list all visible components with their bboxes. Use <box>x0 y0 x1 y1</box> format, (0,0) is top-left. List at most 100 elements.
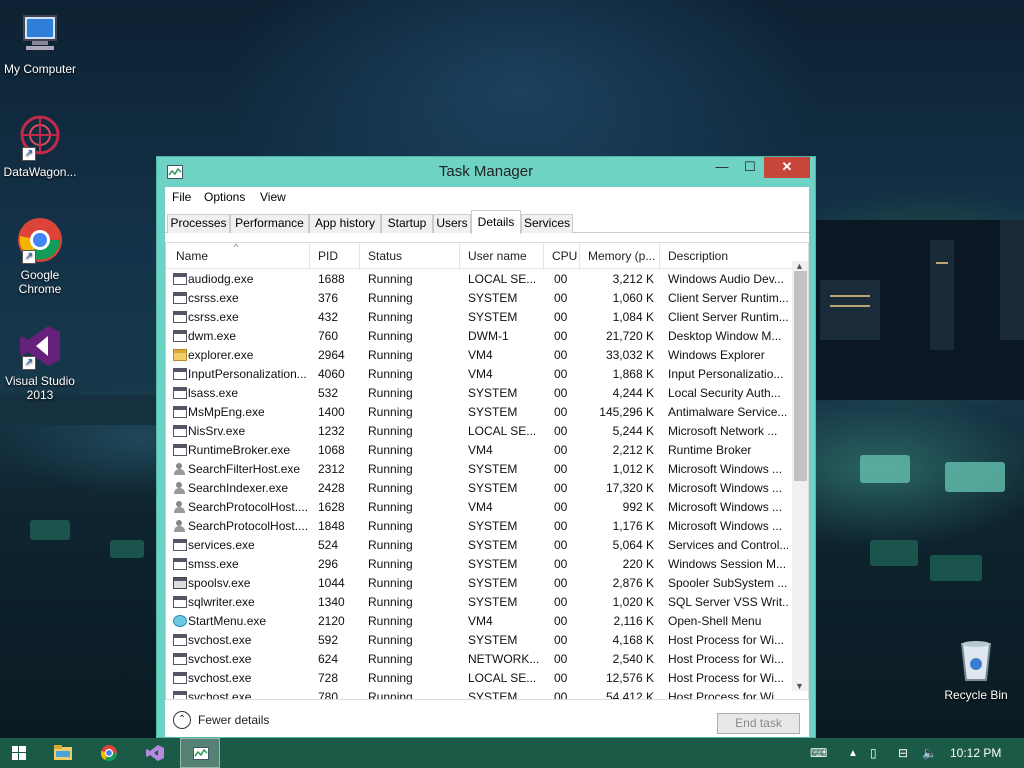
desktop-icon-label: Recycle Bin <box>944 688 1008 702</box>
process-icon <box>173 292 187 304</box>
end-task-button[interactable]: End task <box>717 713 800 734</box>
cell-user: LOCAL SE... <box>468 671 537 685</box>
table-row[interactable]: svchost.exe 624 Running NETWORK... 00 2,540 K… <box>166 650 792 669</box>
table-row[interactable]: sqlwriter.exe 1340 Running SYSTEM 00 1,020 K S… <box>166 593 792 612</box>
cell-user: SYSTEM <box>468 462 518 476</box>
keyboard-icon[interactable]: ⌨ <box>810 746 827 760</box>
column-header-description[interactable]: Description <box>660 243 792 269</box>
cell-memory: 5,064 K <box>612 538 654 552</box>
cell-name: smss.exe <box>188 557 239 571</box>
desktop-icon-my-computer[interactable]: My Computer <box>0 10 80 76</box>
table-row[interactable]: smss.exe 296 Running SYSTEM 00 220 K Windows S… <box>166 555 792 574</box>
table-row[interactable]: RuntimeBroker.exe 1068 Running VM4 00 2,212 K… <box>166 441 792 460</box>
column-header-user-name[interactable]: User name <box>460 243 544 269</box>
column-header-cpu[interactable]: CPU <box>544 243 580 269</box>
tab-users[interactable]: Users <box>433 214 471 233</box>
table-row[interactable]: SearchFilterHost.exe 2312 Running SYSTEM 00 1… <box>166 460 792 479</box>
cell-user: SYSTEM <box>468 310 518 324</box>
menu-file[interactable]: File <box>172 190 191 204</box>
tab-startup[interactable]: Startup <box>381 214 433 233</box>
desktop-icon-datawagon[interactable]: ↗ DataWagon... <box>0 113 80 179</box>
fewer-details-link[interactable]: Fewer details <box>198 713 269 727</box>
table-row[interactable]: svchost.exe 592 Running SYSTEM 00 4,168 K Host… <box>166 631 792 650</box>
taskbar-chrome[interactable] <box>88 738 128 768</box>
cell-status: Running <box>368 329 413 343</box>
process-icon <box>173 273 187 285</box>
clock[interactable]: 10:12 PM <box>950 746 1001 760</box>
show-hidden-icons-icon[interactable]: ▲ <box>848 748 858 759</box>
cell-status: Running <box>368 310 413 324</box>
cell-memory: 5,244 K <box>612 424 654 438</box>
cell-cpu: 00 <box>554 424 568 438</box>
column-header-pid[interactable]: PID <box>310 243 360 269</box>
cell-pid: 1688 <box>318 272 345 286</box>
tab-app-history[interactable]: App history <box>309 214 381 233</box>
scroll-down-icon[interactable]: ▼ <box>795 681 804 691</box>
cell-pid: 524 <box>318 538 339 552</box>
task-manager-window: Task Manager — ☐ ✕ File Options View Pro… <box>156 156 816 738</box>
cell-memory: 992 K <box>622 500 654 514</box>
computer-icon <box>16 10 64 58</box>
start-button[interactable] <box>0 738 40 768</box>
user-process-icon <box>173 501 187 513</box>
table-row[interactable]: services.exe 524 Running SYSTEM 00 5,064 K Ser… <box>166 536 792 555</box>
table-row[interactable]: SearchProtocolHost.... 1628 Running VM4 00 99… <box>166 498 792 517</box>
cell-cpu: 00 <box>554 405 568 419</box>
taskbar-task-manager[interactable] <box>180 738 220 768</box>
taskbar-file-explorer[interactable] <box>42 738 82 768</box>
cell-status: Running <box>368 367 413 381</box>
menu-view[interactable]: View <box>260 190 286 204</box>
folder-process-icon <box>173 349 187 361</box>
cell-user: VM4 <box>468 367 493 381</box>
table-row[interactable]: svchost.exe 728 Running LOCAL SE... 00 12,576… <box>166 669 792 688</box>
chevron-up-icon[interactable]: ⌃ <box>173 711 191 729</box>
table-row[interactable]: StartMenu.exe 2120 Running VM4 00 2,116 K Open… <box>166 612 792 631</box>
table-row[interactable]: explorer.exe 2964 Running VM4 00 33,032 K Wind… <box>166 346 792 365</box>
visual-studio-icon: ↗ <box>16 322 64 370</box>
taskbar-visual-studio[interactable] <box>134 738 174 768</box>
cell-description: Spooler SubSystem ... <box>668 576 788 590</box>
title-bar[interactable]: Task Manager — ☐ ✕ <box>157 157 815 187</box>
column-header-status[interactable]: Status <box>360 243 460 269</box>
menu-options[interactable]: Options <box>204 190 245 204</box>
tab-processes[interactable]: Processes <box>167 214 230 233</box>
cell-pid: 1340 <box>318 595 345 609</box>
process-icon <box>173 444 187 456</box>
column-header-memory[interactable]: Memory (p... <box>580 243 660 269</box>
volume-icon[interactable]: 🔈 <box>922 746 937 760</box>
table-row[interactable]: dwm.exe 760 Running DWM-1 00 21,720 K Desktop … <box>166 327 792 346</box>
cell-user: VM4 <box>468 614 493 628</box>
table-row[interactable]: csrss.exe 432 Running SYSTEM 00 1,084 K Client… <box>166 308 792 327</box>
column-header-name[interactable]: Name ^ <box>166 243 310 269</box>
maximize-button[interactable]: ☐ <box>737 157 763 178</box>
network-icon[interactable]: ⊟ <box>898 746 908 760</box>
tab-performance[interactable]: Performance <box>230 214 309 233</box>
table-row[interactable]: svchost.exe 780 Running SYSTEM 00 54,412 K Hos… <box>166 688 792 699</box>
desktop-icon-visual-studio[interactable]: ↗ Visual Studio 2013 <box>0 322 80 402</box>
table-row[interactable]: SearchIndexer.exe 2428 Running SYSTEM 00 17,3… <box>166 479 792 498</box>
action-center-icon[interactable]: ▯ <box>870 746 877 760</box>
cell-cpu: 00 <box>554 443 568 457</box>
table-row[interactable]: MsMpEng.exe 1400 Running SYSTEM 00 145,296 K A… <box>166 403 792 422</box>
desktop-icon-recycle-bin[interactable]: Recycle Bin <box>936 636 1016 702</box>
table-row[interactable]: NisSrv.exe 1232 Running LOCAL SE... 00 5,244 … <box>166 422 792 441</box>
table-row[interactable]: spoolsv.exe 1044 Running SYSTEM 00 2,876 K Spo… <box>166 574 792 593</box>
tab-services[interactable]: Services <box>521 214 573 233</box>
table-row[interactable]: lsass.exe 532 Running SYSTEM 00 4,244 K Local … <box>166 384 792 403</box>
vertical-scrollbar[interactable]: ▲ ▼ <box>792 261 808 691</box>
process-icon <box>173 653 187 665</box>
close-button[interactable]: ✕ <box>764 157 810 178</box>
table-row[interactable]: InputPersonalization... 4060 Running VM4 00 1… <box>166 365 792 384</box>
table-row[interactable]: audiodg.exe 1688 Running LOCAL SE... 00 3,212… <box>166 270 792 289</box>
cell-pid: 624 <box>318 652 339 666</box>
table-row[interactable]: csrss.exe 376 Running SYSTEM 00 1,060 K Client… <box>166 289 792 308</box>
desktop-icon-chrome[interactable]: ↗ Google Chrome <box>0 216 80 296</box>
minimize-button[interactable]: — <box>709 157 735 178</box>
cell-status: Running <box>368 386 413 400</box>
scroll-up-icon[interactable]: ▲ <box>795 261 804 271</box>
tab-details[interactable]: Details <box>471 210 521 234</box>
table-row[interactable]: SearchProtocolHost.... 1848 Running SYSTEM 0… <box>166 517 792 536</box>
scrollbar-thumb[interactable] <box>794 271 807 481</box>
cell-memory: 17,320 K <box>605 481 654 495</box>
tower-lights <box>936 262 948 264</box>
